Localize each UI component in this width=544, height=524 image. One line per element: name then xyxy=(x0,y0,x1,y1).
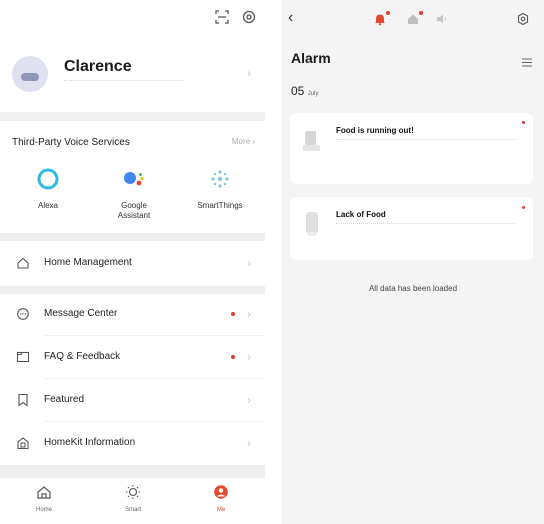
alarm-card[interactable]: Lack of Food xyxy=(290,197,533,260)
tab-smart[interactable]: Smart xyxy=(113,484,153,513)
alert-dot xyxy=(386,11,390,15)
home-tab-icon xyxy=(37,486,51,499)
service-google-assistant[interactable]: Google Assistant xyxy=(94,167,174,221)
menu-homekit-information[interactable]: HomeKit Information › xyxy=(0,422,265,464)
chevron-right-icon: › xyxy=(247,307,251,321)
list-menu-icon[interactable] xyxy=(522,54,532,67)
alarm-card-detail-line xyxy=(336,139,516,140)
menu-featured[interactable]: Featured › xyxy=(0,379,265,421)
speaker-icon[interactable] xyxy=(435,12,449,31)
tab-label: Smart xyxy=(124,507,141,513)
alarm-panel: ‹ Alarm 05 July Food is running out! Lac… xyxy=(282,0,544,524)
unread-dot xyxy=(522,121,525,124)
chevron-right-icon: › xyxy=(247,66,251,80)
unread-badge xyxy=(231,355,235,359)
home-alert-icon[interactable] xyxy=(406,12,420,31)
tab-me[interactable]: Me xyxy=(201,484,241,513)
home-icon xyxy=(16,256,30,270)
chevron-right-icon: › xyxy=(247,350,251,364)
profile-name: Clarence xyxy=(64,58,132,75)
alexa-icon xyxy=(36,167,60,191)
avatar[interactable] xyxy=(12,56,48,92)
alert-dot xyxy=(419,11,423,15)
screen-divider xyxy=(265,0,282,524)
unread-badge xyxy=(231,312,235,316)
alarm-top-bar: ‹ xyxy=(282,0,544,40)
bell-icon[interactable] xyxy=(373,12,387,31)
bookmark-icon xyxy=(16,393,30,407)
menu-label: HomeKit Information xyxy=(44,437,136,448)
tab-label: Me xyxy=(216,507,226,513)
tab-label: Home xyxy=(35,507,52,513)
unread-dot xyxy=(522,206,525,209)
feeder-thumbnail xyxy=(302,210,322,236)
section-divider xyxy=(0,233,265,241)
service-smartthings[interactable]: SmartThings xyxy=(180,167,260,211)
alarm-card-title: Lack of Food xyxy=(336,210,386,219)
top-bar xyxy=(0,0,265,36)
scan-icon[interactable] xyxy=(214,9,230,25)
menu-label: Home Management xyxy=(44,257,132,268)
tab-home[interactable]: Home xyxy=(24,484,64,513)
date-header: 05 July xyxy=(291,84,318,98)
feeder-thumbnail xyxy=(302,129,322,155)
more-label: More xyxy=(231,137,251,146)
chevron-right-icon: › xyxy=(247,393,251,407)
alarm-card[interactable]: Food is running out! xyxy=(290,113,533,184)
chevron-right-icon: › xyxy=(247,436,251,450)
menu-message-center[interactable]: Message Center › xyxy=(0,293,265,335)
me-panel: Clarence › Third-Party Voice Services Mo… xyxy=(0,0,265,524)
menu-label: Featured xyxy=(44,394,85,405)
profile-row[interactable]: Clarence › xyxy=(0,36,265,112)
smart-tab-icon xyxy=(126,485,140,499)
me-tab-icon xyxy=(214,485,228,499)
smartthings-icon xyxy=(208,167,232,191)
alarm-card-title: Food is running out! xyxy=(336,126,414,135)
settings-icon[interactable] xyxy=(516,12,530,31)
date-day: 05 xyxy=(291,84,305,98)
page-title: Alarm xyxy=(291,50,331,66)
voice-services-more-link[interactable]: More › xyxy=(232,137,255,146)
menu-faq-feedback[interactable]: FAQ & Feedback › xyxy=(0,336,265,378)
menu-label: FAQ & Feedback xyxy=(44,351,121,362)
service-label: Google Assistant xyxy=(117,201,151,220)
google-assistant-icon xyxy=(122,167,146,191)
faq-icon xyxy=(16,350,30,364)
service-label: SmartThings xyxy=(197,201,243,210)
message-icon xyxy=(16,307,30,321)
chevron-right-icon: › xyxy=(247,256,251,270)
voice-services-section: Third-Party Voice Services More › Alexa … xyxy=(0,121,265,239)
profile-subtitle-line xyxy=(64,80,184,81)
section-divider xyxy=(0,112,265,121)
back-icon[interactable]: ‹ xyxy=(288,10,293,26)
tab-bar: Home Smart Me xyxy=(0,478,265,524)
menu-home-management[interactable]: Home Management › xyxy=(0,242,265,284)
section-divider xyxy=(0,465,265,478)
menu-label: Message Center xyxy=(44,308,118,319)
homekit-icon xyxy=(16,436,30,450)
settings-icon[interactable] xyxy=(241,9,257,25)
service-alexa[interactable]: Alexa xyxy=(8,167,88,211)
service-label: Alexa xyxy=(37,201,58,210)
list-end-message: All data has been loaded xyxy=(368,284,458,293)
voice-services-title: Third-Party Voice Services xyxy=(12,137,130,148)
alarm-card-detail-line xyxy=(336,223,516,224)
date-month: July xyxy=(307,91,319,97)
